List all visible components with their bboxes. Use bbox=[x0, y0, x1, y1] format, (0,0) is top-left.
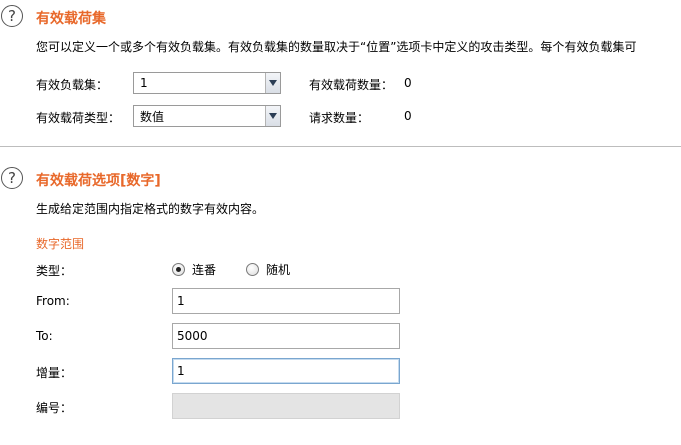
number-label: 编号： bbox=[36, 401, 73, 415]
payload-count-label: 有效载荷数量： bbox=[309, 78, 394, 92]
radio-sequential-label: 连番 bbox=[192, 263, 217, 277]
number-range-heading: 数字范围 bbox=[36, 237, 85, 251]
step-label: 增量： bbox=[36, 366, 73, 380]
radio-random-label: 随机 bbox=[266, 263, 291, 277]
section-divider bbox=[0, 146, 681, 147]
chevron-down-icon[interactable] bbox=[265, 106, 280, 126]
type-label: 类型： bbox=[36, 264, 73, 278]
radio-button[interactable] bbox=[172, 263, 185, 276]
payload-set-dropdown[interactable]: 1 bbox=[133, 72, 281, 94]
radio-sequential[interactable]: 连番 bbox=[172, 261, 216, 278]
payload-set-label: 有效负载集： bbox=[36, 78, 109, 92]
radio-button[interactable] bbox=[246, 263, 259, 276]
help-icon[interactable]: ? bbox=[1, 167, 23, 189]
from-label: From: bbox=[36, 294, 70, 308]
payload-type-label: 有效载荷类型： bbox=[36, 111, 121, 125]
number-input bbox=[172, 393, 400, 419]
payload-count-value: 0 bbox=[404, 76, 412, 90]
radio-random[interactable]: 随机 bbox=[246, 261, 290, 278]
payload-options-description: 生成给定范围内指定格式的数字有效内容。 bbox=[36, 202, 265, 216]
to-input[interactable] bbox=[172, 323, 400, 349]
payload-sets-title: 有效载荷集 bbox=[36, 11, 106, 27]
to-label: To: bbox=[36, 329, 53, 343]
payload-type-dropdown[interactable]: 数值 bbox=[133, 105, 281, 127]
payload-set-value: 1 bbox=[140, 76, 148, 90]
step-input[interactable] bbox=[172, 358, 400, 384]
payload-options-title: 有效载荷选项[数字] bbox=[36, 173, 161, 189]
payload-sets-description: 您可以定义一个或多个有效负载集。有效负载集的数量取决于“位置”选项卡中定义的攻击… bbox=[36, 40, 637, 54]
request-count-label: 请求数量： bbox=[309, 111, 370, 125]
payload-type-value: 数值 bbox=[140, 109, 165, 124]
help-icon[interactable]: ? bbox=[1, 5, 23, 27]
from-input[interactable] bbox=[172, 288, 400, 314]
request-count-value: 0 bbox=[404, 109, 412, 123]
chevron-down-icon[interactable] bbox=[265, 73, 280, 93]
